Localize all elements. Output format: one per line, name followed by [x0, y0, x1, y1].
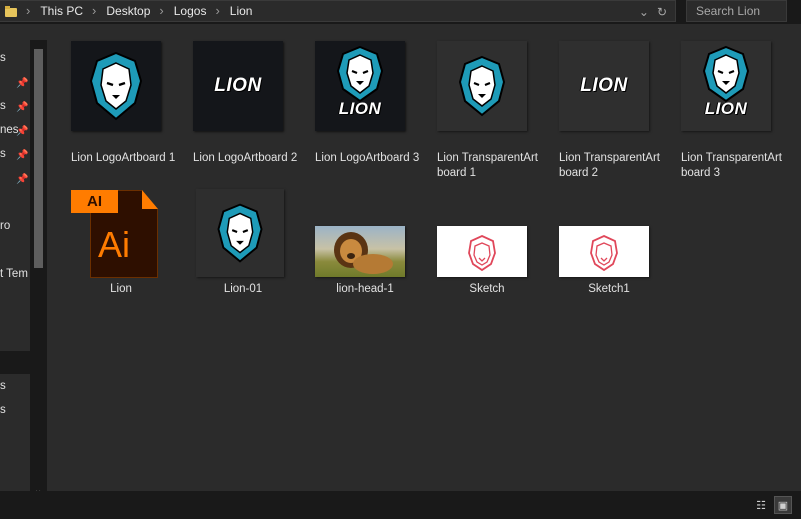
- breadcrumb-desktop[interactable]: Desktop: [106, 0, 150, 22]
- lion-photo-thumbnail: [315, 226, 405, 277]
- scrollbar-thumb[interactable]: [34, 49, 43, 268]
- address-bar[interactable]: › This PC › Desktop › Logos › Lion ⌄ ↻: [0, 0, 676, 22]
- breadcrumb-separator-icon: ›: [215, 3, 220, 18]
- lion-sketch-icon: [468, 235, 496, 272]
- pin-icon: 📌: [16, 78, 29, 89]
- nav-scrollbar[interactable]: ⌄: [32, 46, 45, 496]
- file-type-badge-label: AI: [87, 193, 102, 210]
- lion-wordmark: LION: [704, 99, 748, 118]
- nav-item[interactable]: s: [0, 100, 6, 112]
- file-name: Sketch: [469, 283, 505, 295]
- lion-wordmark-thumbnail: LION: [193, 41, 283, 131]
- large-icons-view-icon[interactable]: ▣: [774, 496, 792, 514]
- file-name: Lion LogoArtboard 1: [71, 152, 176, 164]
- breadcrumb-separator-icon: ›: [26, 3, 31, 18]
- nav-item[interactable]: ro: [0, 220, 10, 232]
- lion-photo-icon: [334, 232, 393, 274]
- lion-sketch-icon: [590, 235, 618, 272]
- breadcrumb: › This PC › Desktop › Logos › Lion: [17, 1, 252, 21]
- file-view: Lion LogoArtboard 1 LION Lion LogoArtboa…: [47, 24, 801, 491]
- lion-logo-wordmark-thumbnail: LION: [315, 41, 405, 131]
- lion-logo-thumbnail: [196, 189, 284, 277]
- lion-head-icon: [217, 203, 263, 263]
- file-name: Lion LogoArtboard 3: [315, 152, 420, 164]
- pin-icon: 📌: [16, 126, 29, 137]
- pin-icon: 📌: [16, 174, 29, 185]
- status-bar: [0, 491, 801, 519]
- sketch-thumbnail: [559, 226, 649, 277]
- file-name: Lion: [110, 283, 132, 295]
- lion-wordmark: LION: [338, 99, 382, 118]
- file-type-badge: AI: [71, 190, 118, 213]
- file-name: Sketch1: [588, 283, 630, 295]
- folder-icon: [5, 5, 17, 17]
- file-name: Lion TransparentArtboard 3: [681, 152, 783, 179]
- nav-item[interactable]: s: [0, 380, 6, 392]
- file-name: Lion TransparentArtboard 2: [559, 152, 661, 179]
- nav-item[interactable]: s: [0, 52, 6, 64]
- breadcrumb-separator-icon: ›: [92, 3, 97, 18]
- lion-wordmark: LION: [580, 75, 628, 96]
- lion-wordmark: LION: [214, 75, 262, 96]
- file-name: Lion LogoArtboard 2: [193, 152, 298, 164]
- breadcrumb-lion[interactable]: Lion: [230, 0, 253, 22]
- file-name: Lion TransparentArtboard 1: [437, 152, 539, 179]
- file-name: Lion-01: [223, 283, 263, 295]
- file-explorer-window: › This PC › Desktop › Logos › Lion ⌄ ↻ s…: [0, 0, 801, 519]
- quick-access-group: s 📌 s 📌 nes 📌 s 📌 📌 ro t Tem: [0, 40, 30, 351]
- file-name: lion-head-1: [336, 283, 394, 295]
- lion-logo-thumbnail: [437, 41, 527, 131]
- lion-wordmark-thumbnail: LION: [559, 41, 649, 131]
- details-view-icon[interactable]: ☷: [752, 496, 770, 514]
- lion-head-icon: [458, 55, 506, 117]
- sketch-thumbnail: [437, 226, 527, 277]
- nav-item[interactable]: s: [0, 404, 6, 416]
- pin-icon: 📌: [16, 150, 29, 161]
- breadcrumb-logos[interactable]: Logos: [174, 0, 207, 22]
- refresh-icon[interactable]: ↻: [657, 5, 667, 19]
- address-row: › This PC › Desktop › Logos › Lion ⌄ ↻: [0, 0, 801, 24]
- lion-logo-wordmark-thumbnail: LION: [681, 41, 771, 131]
- nav-item[interactable]: s: [0, 148, 6, 160]
- chevron-down-icon[interactable]: ⌄: [639, 5, 649, 19]
- lion-logo-thumbnail: [71, 41, 161, 131]
- navigation-pane: s 📌 s 📌 nes 📌 s 📌 📌 ro t Tem s s ⌄: [0, 40, 47, 504]
- illustrator-app-mark: Ai: [98, 224, 131, 265]
- pin-icon: 📌: [16, 102, 29, 113]
- breadcrumb-this-pc[interactable]: This PC: [40, 0, 83, 22]
- lion-head-icon: [89, 51, 143, 121]
- this-pc-group: s s: [0, 374, 30, 504]
- breadcrumb-separator-icon: ›: [159, 3, 164, 18]
- nav-item[interactable]: t Tem: [0, 268, 28, 280]
- search-input[interactable]: [686, 0, 787, 22]
